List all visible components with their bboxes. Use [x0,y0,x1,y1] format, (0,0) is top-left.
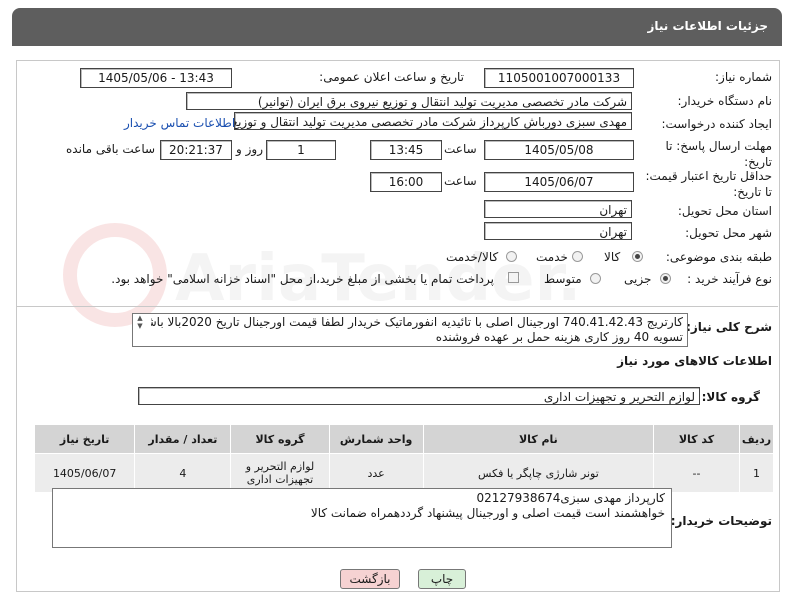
back-button[interactable]: بازگشت [340,569,400,589]
page-header: جزئیات اطلاعات نیاز [12,8,782,46]
category-goods-service-label: کالا/خدمت [446,250,499,264]
deadline-time-field: 13:45 [370,140,442,160]
description-scrollbar[interactable]: ▲ ▼ [134,314,146,346]
col-name: نام کالا [422,424,655,454]
category-goods-label: کالا [604,250,621,264]
col-group: گروه کالا [230,424,330,454]
category-label: طبقه بندی موضوعی: [665,250,772,264]
validity-hour-label: ساعت [444,174,477,188]
goods-group-label: گروه کالا: [701,390,760,404]
scroll-down-icon[interactable]: ▼ [134,322,146,330]
buyer-label: نام دستگاه خریدار: [677,94,773,108]
days-field: 1 [266,140,336,160]
announce-field: 1405/05/06 - 13:43 [80,68,232,88]
cell-unit: عدد [328,453,424,493]
table-row: 1 -- تونر شارژی چاپگر یا فکس عدد لوازم ا… [33,453,775,493]
treasury-payment-checkbox[interactable] [508,272,519,283]
validity-time-field: 16:00 [370,172,442,192]
treasury-payment-note: پرداخت تمام یا بخشی از مبلغ خرید،از محل … [111,272,494,286]
items-table-header: ردیف کد کالا نام کالا واحد شمارش گروه کا… [33,424,775,454]
page-title: جزئیات اطلاعات نیاز [647,19,768,33]
deadline-hour-label: ساعت [444,142,477,156]
need-number-field: 1105001007000133 [484,68,634,88]
process-minor-label: جزیی [624,272,652,286]
col-code: کد کالا [653,424,740,454]
buyer-notes-label: توضیحات خریدار: [670,514,772,528]
process-medium-radio[interactable] [590,273,601,284]
cell-code: -- [653,453,740,493]
city-label: شهر محل تحویل: [685,226,772,240]
description-textarea[interactable]: کارتریج 740.41.42.43 اورجینال اصلی با تا… [132,313,688,347]
cell-quantity: 4 [134,453,232,493]
announce-label: تاریخ و ساعت اعلان عمومی: [319,70,464,84]
cell-name: تونر شارژی چاپگر یا فکس [422,453,655,493]
process-minor-radio[interactable] [660,273,671,284]
buyer-field: شرکت مادر تخصصی مدیریت تولید انتقال و تو… [186,92,632,110]
buyer-notes-textarea[interactable]: کارپرداز مهدی سبزی02127938674 خواهشمند ا… [52,488,672,548]
deadline-label: مهلت ارسال پاسخ: تا تاریخ: [665,139,772,169]
col-unit: واحد شمارش [328,424,424,454]
validity-label: حداقل تاریخ اعتبار قیمت: تا تاریخ: [645,169,772,199]
process-medium-label: متوسط [544,272,582,286]
buyer-contact-link[interactable]: اطلاعات تماس خریدار [124,116,235,130]
description-line-2: تسویه 40 روز کاری هزینه حمل بر عهده فروش… [435,330,683,344]
city-field: تهران [484,222,632,240]
remaining-time-field: 20:21:37 [160,140,232,160]
category-service-label: خدمت [536,250,568,264]
cell-group: لوازم التحریر و تجهیزات اداری [230,453,330,493]
province-field: تهران [484,200,632,218]
divider [16,306,778,307]
buyer-notes-line-2: خواهشمند است قیمت اصلی و اورجینال پیشنها… [310,506,665,520]
deadline-date-field: 1405/05/08 [484,140,634,160]
print-button[interactable]: چاپ [418,569,466,589]
category-goods-service-radio[interactable] [506,251,517,262]
category-service-radio[interactable] [572,251,583,262]
cell-need-date: 1405/06/07 [33,453,136,493]
buyer-notes-line-1: کارپرداز مهدی سبزی02127938674 [476,491,665,505]
creator-label: ایجاد کننده درخواست: [661,117,772,131]
description-line-1: کارتریج 740.41.42.43 اورجینال اصلی با تا… [151,315,683,329]
goods-group-field: لوازم التحریر و تجهیزات اداری [138,387,700,405]
description-label: شرح کلی نیاز: [686,320,772,334]
col-quantity: تعداد / مقدار [134,424,232,454]
scroll-up-icon[interactable]: ▲ [134,314,146,322]
cell-row: 1 [738,453,775,493]
days-label: روز و [236,142,263,156]
validity-date-field: 1405/06/07 [484,172,634,192]
items-table: ردیف کد کالا نام کالا واحد شمارش گروه کا… [33,424,775,493]
category-goods-radio[interactable] [632,251,643,262]
creator-field: مهدی سبزی دورباش کارپرداز شرکت مادر تخصص… [234,112,632,130]
col-row: ردیف [738,424,775,454]
remaining-label: ساعت باقی مانده [66,142,156,156]
need-number-label: شماره نیاز: [715,70,772,84]
col-need-date: تاریخ نیاز [33,424,136,454]
goods-info-title: اطلاعات کالاهای مورد نیاز [617,354,772,368]
province-label: استان محل تحویل: [677,204,772,218]
process-label: نوع فرآیند خرید : [687,272,772,286]
